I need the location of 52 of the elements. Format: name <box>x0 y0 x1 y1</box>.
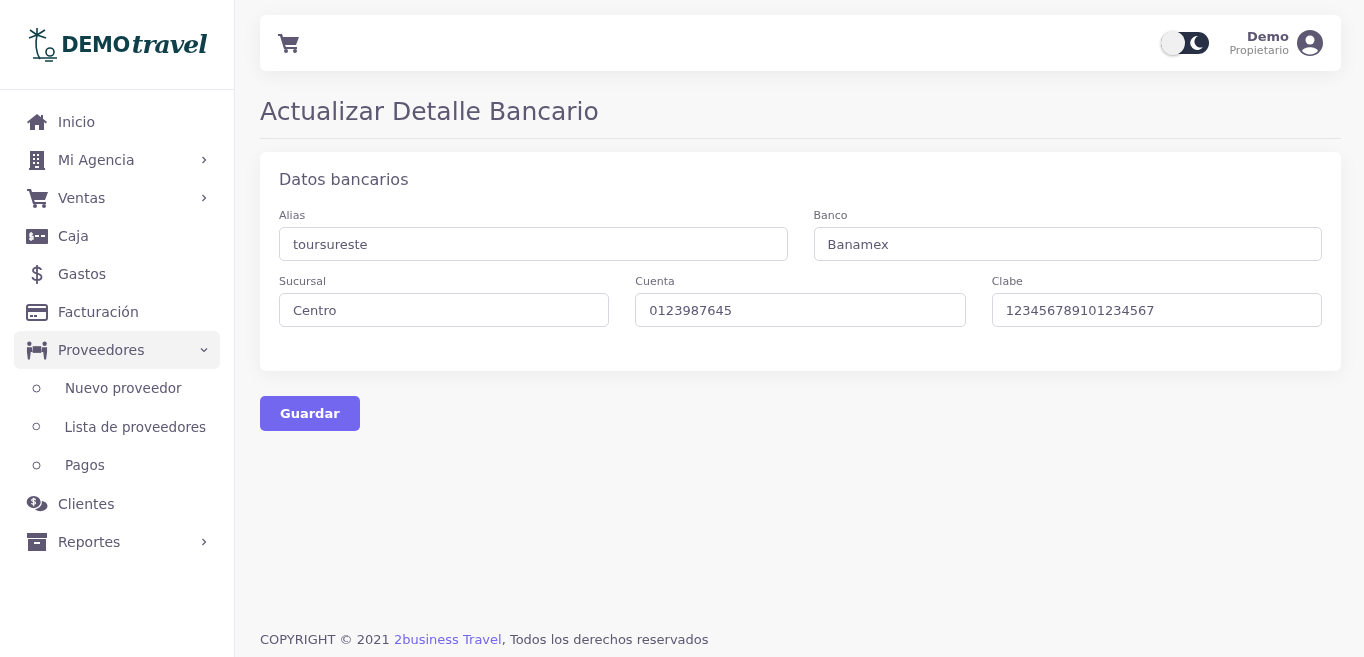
credit-card-icon <box>26 303 48 321</box>
home-icon <box>27 113 47 131</box>
field-label: Sucursal <box>279 275 327 288</box>
submenu-item[interactable]: Pagos <box>14 446 220 485</box>
submenu-item[interactable]: Lista de proveedores <box>14 407 220 446</box>
cash-icon <box>26 228 48 244</box>
sidebar-item[interactable]: Facturación <box>14 293 220 331</box>
user-role: Propietario <box>1229 44 1289 57</box>
field-label: Alias <box>279 209 306 222</box>
palm-tree-logo-icon <box>27 26 60 63</box>
save-button[interactable]: Guardar <box>260 396 360 431</box>
archive-box-icon <box>27 532 47 551</box>
sidebar-item[interactable]: Clientes <box>14 484 220 523</box>
input-field[interactable]: 123456789101234567 <box>991 293 1322 327</box>
company-link[interactable]: 2business Travel <box>393 632 502 647</box>
logo-script: travel <box>131 30 207 59</box>
chevron-icon <box>200 537 208 546</box>
chevron-icon <box>200 194 208 202</box>
page-title: Actualizar Detalle Bancario <box>260 97 1341 139</box>
input-field[interactable]: 0123987645 <box>635 293 966 327</box>
circle-icon <box>32 383 41 393</box>
dollar-icon <box>31 264 43 284</box>
user-avatar-icon[interactable] <box>1297 30 1323 56</box>
sidebar-item[interactable]: Reportes <box>14 522 220 561</box>
cart-icon <box>26 188 48 208</box>
cart-icon[interactable] <box>278 33 299 53</box>
sidebar-item[interactable]: Inicio <box>14 103 220 141</box>
sidebar-item[interactable]: Mi Agencia <box>14 141 220 179</box>
card-title: Datos bancarios <box>279 170 410 189</box>
speech-bubbles-dollar-icon <box>26 494 48 513</box>
input-field[interactable]: toursureste <box>279 227 788 261</box>
chevron-icon <box>200 156 208 164</box>
copyright-text: COPYRIGHT © 2021 2business Travel, Todos los derechos reservados <box>260 632 710 649</box>
dark-mode-toggle[interactable] <box>1161 32 1210 54</box>
moon-icon <box>1188 35 1205 51</box>
sidebar-item[interactable]: Gastos <box>14 255 220 293</box>
circle-icon <box>32 460 41 470</box>
sidebar-item[interactable]: Ventas <box>14 179 220 217</box>
user-name: Demo <box>1246 29 1289 44</box>
field-label: Banco <box>813 209 848 222</box>
input-field[interactable]: Centro <box>279 293 610 327</box>
logo-wordmark: DEMO <box>61 32 130 57</box>
sidebar-item[interactable]: Proveedores <box>14 331 220 369</box>
field-label: Cuenta <box>635 275 675 288</box>
input-field[interactable]: Banamex <box>813 227 1322 261</box>
people-carrying-box-icon <box>26 340 48 360</box>
submenu-item[interactable]: Nuevo proveedor <box>14 369 220 408</box>
building-icon <box>29 150 45 170</box>
field-label: Clabe <box>991 275 1023 288</box>
chevron-icon <box>200 346 208 354</box>
circle-icon <box>32 422 41 432</box>
sidebar-item[interactable]: Caja <box>14 217 220 255</box>
